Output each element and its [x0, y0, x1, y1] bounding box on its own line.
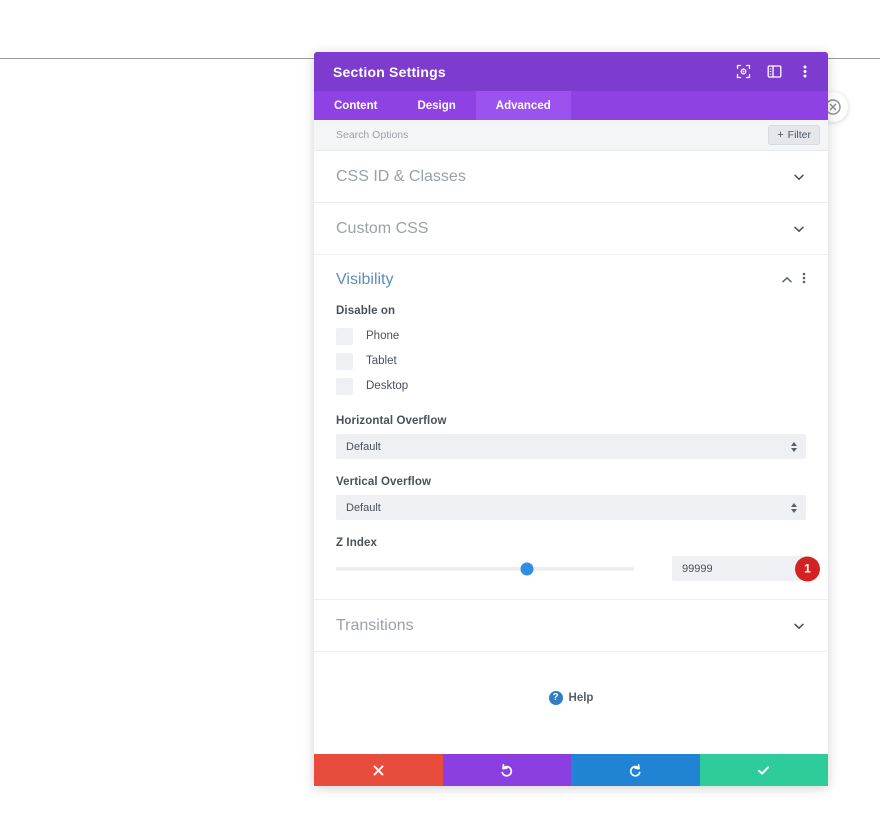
checkbox-label: Tablet	[366, 355, 397, 367]
accordion-controls	[792, 222, 806, 236]
tab-advanced[interactable]: Advanced	[475, 91, 571, 120]
search-input[interactable]	[336, 129, 769, 141]
checkbox-row-tablet[interactable]: Tablet	[336, 349, 806, 373]
accordion-visibility[interactable]: Visibility	[314, 255, 828, 305]
accordion-title: Transitions	[336, 616, 414, 634]
select-vertical-overflow[interactable]: Default	[336, 495, 806, 520]
screen-canvas: Section Settings Content Design Advanced…	[0, 0, 880, 832]
page-title: Section Settings	[333, 63, 446, 80]
panel-layout-icon[interactable]	[765, 63, 783, 81]
section-visibility: Visibility Disable on Phone Tablet Deskt…	[314, 255, 828, 600]
field-label: Z Index	[336, 537, 377, 549]
undo-arrow-icon	[499, 763, 514, 778]
accordion-custom-css[interactable]: Custom CSS	[314, 203, 828, 255]
z-index-input[interactable]	[672, 556, 806, 581]
focus-target-icon[interactable]	[734, 63, 752, 81]
help-label: Help	[568, 692, 594, 704]
accordion-transitions[interactable]: Transitions	[314, 600, 828, 652]
filter-button-label: Filter	[787, 129, 811, 141]
accordion-css-id-classes[interactable]: CSS ID & Classes	[314, 151, 828, 203]
field-horizontal-overflow: Horizontal Overflow Default	[314, 415, 828, 459]
cancel-button[interactable]	[314, 754, 443, 786]
field-disable-on: Disable on Phone Tablet Desktop	[314, 305, 828, 398]
z-index-control-row: 1	[336, 556, 820, 581]
accordion-title: Visibility	[336, 271, 394, 288]
filter-button[interactable]: + Filter	[768, 125, 820, 145]
modal-header: Section Settings	[314, 52, 828, 91]
more-vertical-icon[interactable]	[796, 63, 814, 81]
undo-button[interactable]	[442, 754, 571, 786]
checkbox-label: Phone	[366, 330, 400, 342]
checkbox-desktop[interactable]	[336, 377, 353, 395]
accordion-controls	[792, 619, 806, 633]
select-wrapper: Default	[336, 434, 806, 459]
z-index-slider[interactable]	[336, 559, 634, 579]
accordion-controls	[792, 170, 806, 184]
select-wrapper: Default	[336, 495, 806, 520]
tab-design[interactable]: Design	[397, 91, 475, 120]
settings-tabs: Content Design Advanced	[314, 91, 828, 120]
checkbox-tablet[interactable]	[336, 352, 353, 370]
accordion-controls	[780, 271, 806, 290]
redo-arrow-icon	[628, 763, 643, 778]
more-vertical-icon[interactable]	[802, 271, 806, 290]
select-horizontal-overflow[interactable]: Default	[336, 434, 806, 459]
chevron-down-icon[interactable]	[792, 170, 806, 184]
search-bar: + Filter	[314, 120, 828, 151]
field-z-index: Z Index 1	[314, 537, 828, 581]
accordion-title: CSS ID & Classes	[336, 167, 466, 185]
section-settings-modal: Section Settings Content Design Advanced…	[314, 52, 828, 786]
field-label: Disable on	[336, 305, 396, 317]
chevron-up-icon[interactable]	[780, 273, 794, 287]
checkbox-label: Desktop	[366, 380, 409, 392]
status-badge: 1	[795, 556, 820, 581]
plus-icon: +	[777, 128, 784, 141]
header-icon-group	[734, 63, 814, 81]
close-x-icon	[372, 764, 385, 777]
z-index-number-wrapper: 1	[672, 556, 820, 581]
slider-fill	[336, 566, 527, 571]
field-label: Vertical Overflow	[336, 476, 432, 488]
save-button[interactable]	[699, 754, 828, 786]
chevron-down-icon[interactable]	[792, 222, 806, 236]
chevron-down-icon[interactable]	[792, 619, 806, 633]
checkbox-phone[interactable]	[336, 327, 353, 345]
checkbox-row-phone[interactable]: Phone	[336, 324, 806, 348]
help-link[interactable]: ? Help	[314, 652, 828, 722]
settings-body: CSS ID & Classes Custom CSS Visibility D…	[314, 151, 828, 754]
redo-button[interactable]	[571, 754, 700, 786]
checkbox-row-desktop[interactable]: Desktop	[336, 374, 806, 398]
field-vertical-overflow: Vertical Overflow Default	[314, 476, 828, 520]
tab-content[interactable]: Content	[314, 91, 397, 120]
modal-footer	[314, 754, 828, 786]
accordion-title: Custom CSS	[336, 219, 429, 237]
field-label: Horizontal Overflow	[336, 415, 447, 427]
slider-handle[interactable]	[520, 562, 534, 575]
checkmark-icon	[756, 763, 771, 778]
question-mark-icon: ?	[548, 691, 563, 705]
